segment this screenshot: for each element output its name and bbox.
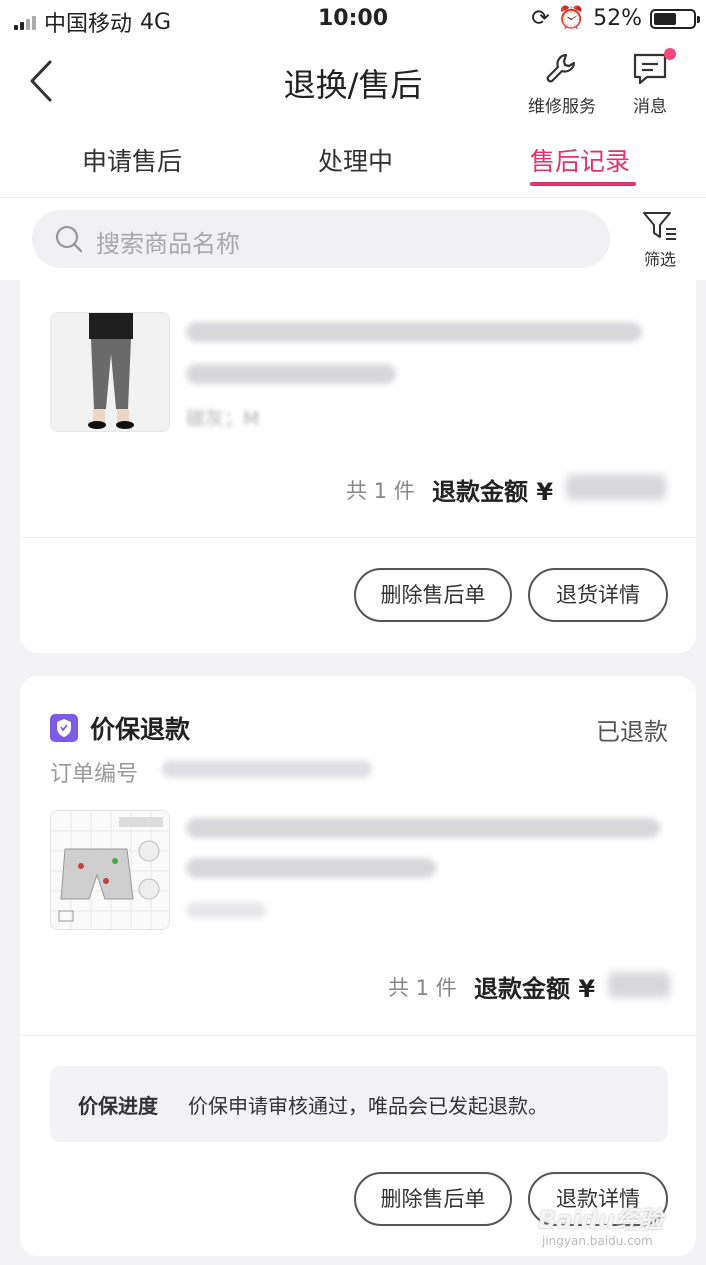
search-placeholder: 搜索商品名称 bbox=[96, 230, 240, 258]
item-count: 共 1 件 bbox=[388, 976, 457, 1000]
refund-amount-blurred bbox=[566, 474, 666, 500]
repair-service-label: 维修服务 bbox=[528, 97, 596, 117]
repair-service-button[interactable]: 维修服务 bbox=[522, 52, 602, 117]
price-protect-progress: 价保进度 价保申请审核通过，唯品会已发起退款。 bbox=[50, 1066, 668, 1142]
message-button[interactable]: 消息 bbox=[610, 48, 690, 117]
wrench-icon bbox=[546, 53, 576, 83]
product-image[interactable] bbox=[50, 810, 170, 930]
delete-aftersale-button[interactable]: 删除售后单 bbox=[354, 568, 512, 622]
message-icon bbox=[633, 53, 667, 85]
filter-label: 筛选 bbox=[643, 250, 676, 269]
filter-button[interactable]: 筛选 bbox=[636, 210, 684, 270]
nav-header: 退换/售后 维修服务 消息 bbox=[0, 40, 706, 130]
alarm-icon: ⏰ bbox=[557, 6, 586, 31]
refund-amount-label: 退款金额 ¥ bbox=[432, 478, 554, 506]
tab-processing[interactable]: 处理中 bbox=[318, 142, 393, 178]
product-sku: 碳灰；M bbox=[186, 408, 260, 430]
search-input[interactable]: 搜索商品名称 bbox=[32, 210, 610, 268]
message-label: 消息 bbox=[633, 97, 667, 117]
order-number-label: 订单编号 bbox=[50, 762, 139, 787]
unread-dot bbox=[664, 48, 676, 60]
divider bbox=[20, 537, 696, 538]
search-bar-area: 搜索商品名称 筛选 bbox=[0, 198, 706, 280]
delete-aftersale-button[interactable]: 删除售后单 bbox=[354, 1172, 512, 1226]
refund-type-title: 价保退款 bbox=[90, 715, 191, 744]
refund-amount-blurred bbox=[608, 972, 670, 998]
progress-text: 价保申请审核通过，唯品会已发起退款。 bbox=[188, 1094, 548, 1118]
refund-amount-label: 退款金额 ¥ bbox=[474, 975, 596, 1003]
filter-icon bbox=[643, 212, 676, 240]
status-bar: 中国移动 4G 10:00 ⟳ ⏰ 52% bbox=[0, 0, 706, 40]
baidu-watermark: Baidu经验 bbox=[538, 1206, 663, 1234]
shorts-image bbox=[51, 811, 169, 929]
product-name-blurred bbox=[186, 364, 396, 384]
refund-status: 已退款 bbox=[596, 718, 668, 746]
order-number-blurred bbox=[162, 760, 372, 778]
tab-apply-aftersale[interactable]: 申请售后 bbox=[82, 142, 182, 178]
battery-percent: 52% bbox=[593, 6, 642, 31]
product-name-blurred bbox=[186, 818, 660, 838]
divider bbox=[20, 1035, 696, 1036]
rotation-lock-icon: ⟳ bbox=[531, 6, 550, 31]
tab-aftersale-records[interactable]: 售后记录 bbox=[530, 142, 630, 178]
active-tab-indicator bbox=[530, 182, 636, 186]
tab-bar: 申请售后 处理中 售后记录 bbox=[0, 130, 706, 198]
pants-image bbox=[51, 313, 169, 431]
price-protect-badge bbox=[50, 714, 78, 742]
item-count: 共 1 件 bbox=[346, 479, 415, 503]
aftersale-card[interactable]: 碳灰；M 共 1 件 退款金额 ¥ 删除售后单 退货详情 bbox=[20, 280, 696, 653]
return-details-button[interactable]: 退货详情 bbox=[528, 568, 668, 622]
product-name-blurred bbox=[186, 322, 642, 342]
watermark-url: jingyan.baidu.com bbox=[542, 1234, 653, 1248]
search-icon bbox=[55, 225, 83, 253]
product-image[interactable] bbox=[50, 312, 170, 432]
battery-icon bbox=[650, 8, 700, 29]
shield-icon bbox=[57, 719, 71, 737]
aftersale-card[interactable]: 价保退款 已退款 订单编号 共 1 件 退款金额 ¥ 价保进度 价保申请审核通过… bbox=[20, 676, 696, 1256]
progress-label: 价保进度 bbox=[78, 1094, 158, 1118]
product-sku-blurred bbox=[186, 902, 266, 918]
product-name-blurred bbox=[186, 858, 436, 878]
